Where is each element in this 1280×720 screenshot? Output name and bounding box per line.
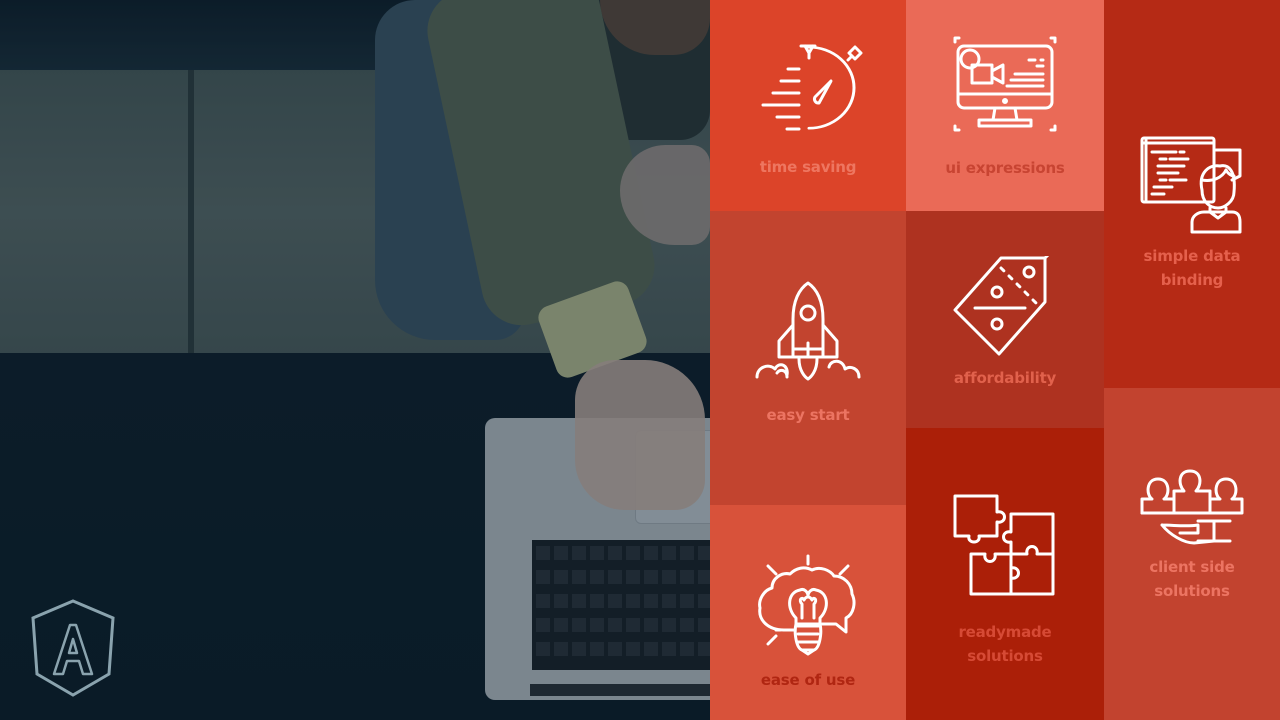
users-on-hand-icon: [1140, 469, 1244, 545]
feature-tile-easy-start: easy start: [710, 211, 906, 505]
stopwatch-icon: [761, 44, 863, 130]
feature-label: simple data binding: [1143, 247, 1241, 289]
feature-tile-client-side-solutions: client side solutions: [1104, 388, 1280, 720]
feature-tile-affordability: affordability: [906, 211, 1104, 428]
feature-tile-ui-expressions: ui expressions: [906, 0, 1104, 211]
feature-label: affordability: [953, 368, 1057, 387]
rocket-icon: [755, 281, 861, 381]
hero-photo: [0, 0, 710, 720]
brain-lightbulb-icon: [758, 554, 856, 655]
feature-label: ease of use: [760, 670, 856, 689]
puzzle-icon: [953, 494, 1055, 596]
monitor-media-icon: [953, 36, 1057, 131]
feature-tile-ease-of-use: ease of use: [710, 505, 906, 720]
feature-label: time saving: [759, 157, 857, 176]
feature-tile-simple-data-binding: simple data binding: [1104, 0, 1280, 388]
feature-label: ui expressions: [945, 158, 1065, 177]
feature-tile-readymade-solutions: readymade solutions: [906, 428, 1104, 720]
angular-shield-logo-icon: [31, 599, 115, 697]
feature-label: easy start: [766, 406, 850, 424]
developer-code-icon: [1140, 136, 1242, 234]
feature-label: readymade solutions: [958, 623, 1052, 665]
price-tag-percent-icon: [953, 255, 1050, 355]
feature-label: client side solutions: [1149, 558, 1235, 600]
feature-tile-time-saving: time saving: [710, 0, 906, 211]
